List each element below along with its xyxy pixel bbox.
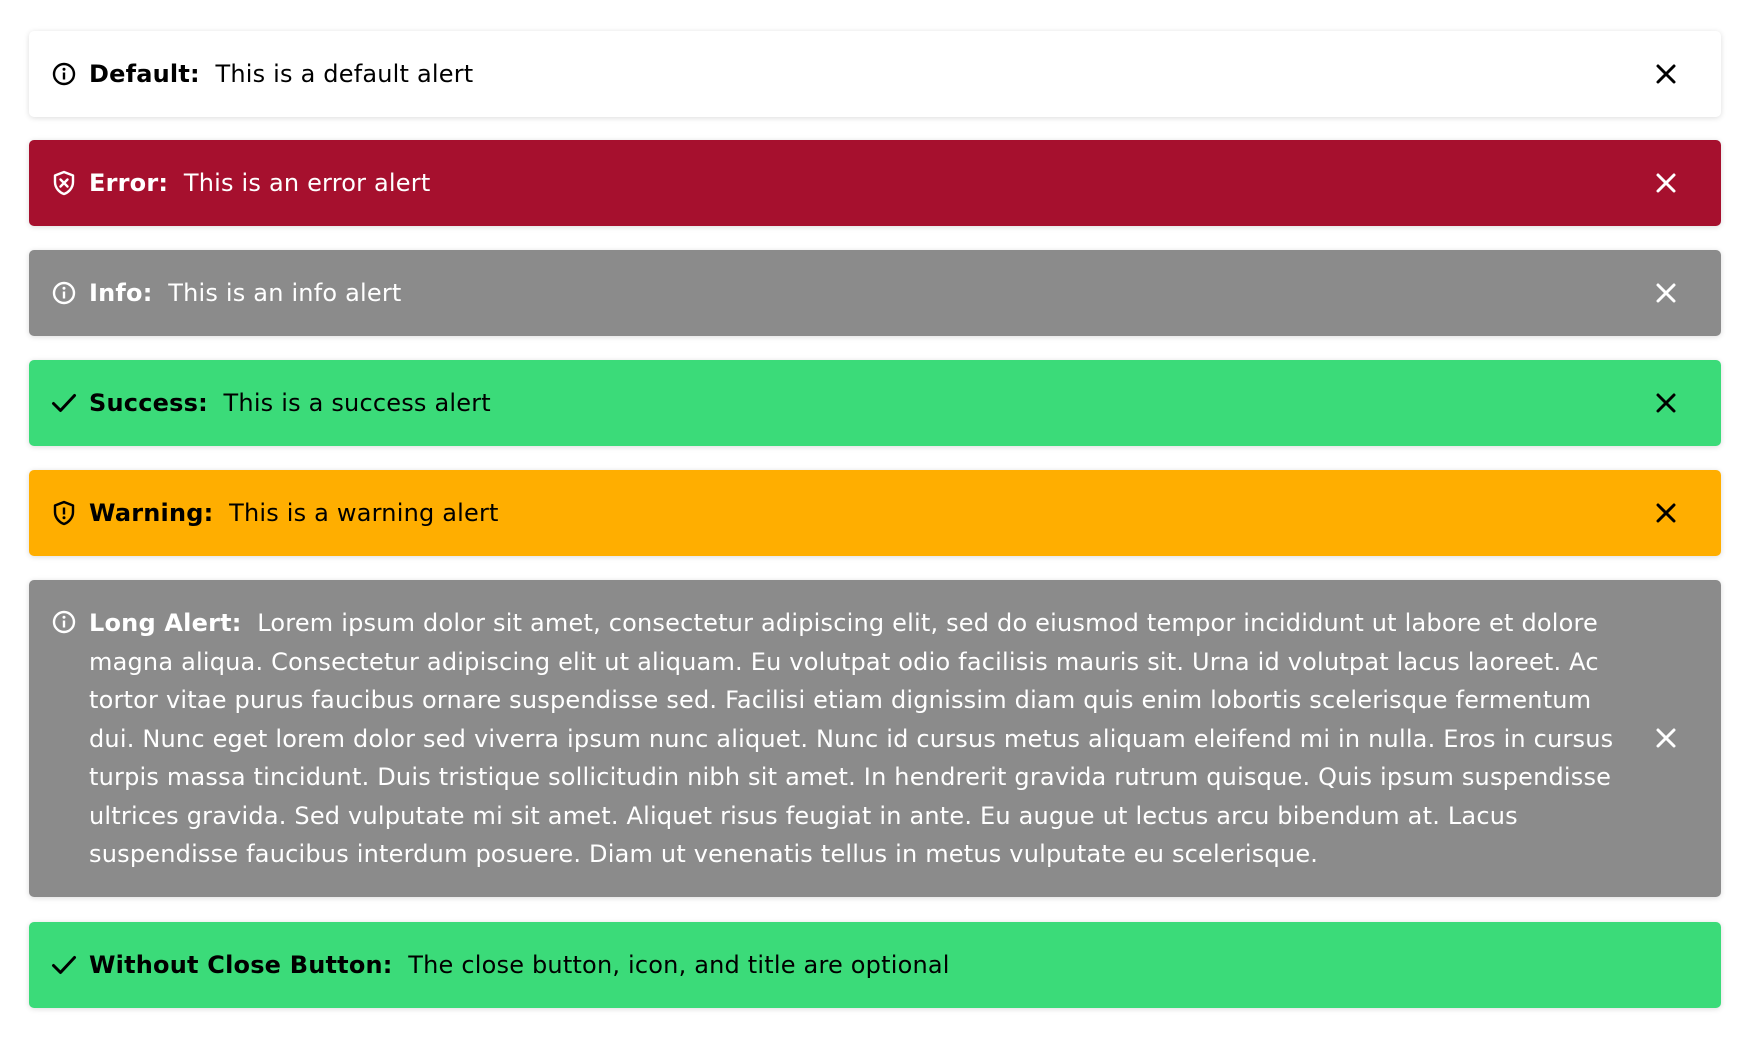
alert-message: This is a success alert <box>223 389 491 417</box>
alert-info: Info: This is an info alert <box>29 250 1721 336</box>
alert-title: Success: <box>89 389 208 417</box>
close-button[interactable] <box>1651 278 1681 308</box>
alert-content: Default: This is a default alert <box>89 60 1621 88</box>
alert-title: Info: <box>89 279 153 307</box>
alert-message: This is a warning alert <box>229 499 499 527</box>
alert-warning: Warning: This is a warning alert <box>29 470 1721 556</box>
info-circle-icon <box>51 280 77 306</box>
alert-content: Info: This is an info alert <box>89 279 1621 307</box>
alert-content: Success: This is a success alert <box>89 389 1621 417</box>
alert-title: Default: <box>89 60 200 88</box>
alert-content: Error: This is an error alert <box>89 169 1621 197</box>
alert-error: Error: This is an error alert <box>29 140 1721 226</box>
alert-title: Error: <box>89 169 169 197</box>
alert-without-close: Without Close Button: The close button, … <box>29 922 1721 1008</box>
alert-long: Long Alert: Lorem ipsum dolor sit amet, … <box>29 580 1721 897</box>
check-icon <box>51 390 77 416</box>
alert-content: Without Close Button: The close button, … <box>89 951 1621 979</box>
close-icon <box>1656 728 1676 748</box>
close-button[interactable] <box>1651 168 1681 198</box>
alert-title: Without Close Button: <box>89 951 393 979</box>
shield-alert-icon <box>51 500 77 526</box>
alert-message: Lorem ipsum dolor sit amet, consectetur … <box>89 609 1614 868</box>
close-icon <box>1656 173 1676 193</box>
close-button[interactable] <box>1651 388 1681 418</box>
close-button[interactable] <box>1651 723 1681 753</box>
alert-message: This is a default alert <box>215 60 474 88</box>
alert-title: Long Alert: <box>89 609 242 637</box>
alert-content: Warning: This is a warning alert <box>89 499 1621 527</box>
close-icon <box>1656 64 1676 84</box>
check-icon <box>51 952 77 978</box>
alert-title: Warning: <box>89 499 214 527</box>
close-icon <box>1656 393 1676 413</box>
alert-message: This is an info alert <box>168 279 402 307</box>
close-icon <box>1656 503 1676 523</box>
close-button[interactable] <box>1651 498 1681 528</box>
shield-x-icon <box>51 170 77 196</box>
alert-content: Long Alert: Lorem ipsum dolor sit amet, … <box>89 604 1621 874</box>
info-circle-icon <box>51 609 77 635</box>
alert-success: Success: This is a success alert <box>29 360 1721 446</box>
close-icon <box>1656 283 1676 303</box>
alert-message: This is an error alert <box>183 169 431 197</box>
info-circle-icon <box>51 61 77 87</box>
close-button[interactable] <box>1651 59 1681 89</box>
alert-default: Default: This is a default alert <box>29 31 1721 117</box>
alert-message: The close button, icon, and title are op… <box>408 951 950 979</box>
